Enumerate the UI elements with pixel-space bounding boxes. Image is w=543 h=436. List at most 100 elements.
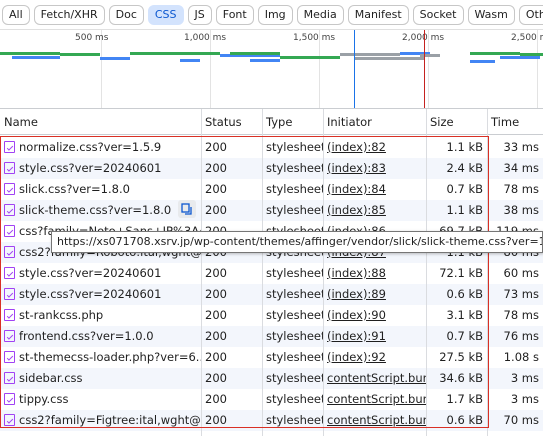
table-row[interactable]: normalize.css?ver=1.5.9 200 stylesheet (ind… <box>0 137 543 158</box>
filter-chip-all[interactable]: All <box>2 4 30 25</box>
cell-type: stylesheet <box>266 308 323 322</box>
cell-name[interactable]: slick.css?ver=1.8.0 <box>0 179 201 200</box>
cell-size: 1.1 kB <box>446 140 484 154</box>
request-name: frontend.css?ver=1.0.0 <box>19 329 154 343</box>
stylesheet-file-icon <box>4 330 15 342</box>
cell-status: 200 <box>205 287 227 301</box>
cell-name[interactable]: st-themecss-loader.php?ver=6.... <box>0 347 201 368</box>
timeline-bar <box>250 59 280 62</box>
timeline-tick-label: 1,500 ms <box>293 33 336 43</box>
request-name: tippy.css <box>19 392 69 406</box>
column-header-name[interactable]: Name <box>0 109 201 135</box>
filter-chip-media[interactable]: Media <box>296 4 344 25</box>
stylesheet-file-icon <box>4 414 15 426</box>
column-header-time[interactable]: Time <box>487 109 543 135</box>
cell-name[interactable]: sidebar.css <box>0 368 201 389</box>
filter-bar: All Fetch/XHR Doc CSS JS Font Img Media Manifest… <box>0 0 543 29</box>
filter-chip-socket[interactable]: Socket <box>412 4 464 25</box>
cell-time: 78 ms <box>503 308 539 322</box>
cell-initiator[interactable]: (index):82 <box>323 137 426 158</box>
cell-name[interactable]: slick-theme.css?ver=1.8.0 <box>0 200 201 221</box>
table-row[interactable]: style.css?ver=20240601 200 stylesheet (inde… <box>0 263 543 284</box>
timeline-bar <box>470 52 520 55</box>
cell-status: 200 <box>205 140 227 154</box>
column-header-size[interactable]: Size <box>426 109 487 135</box>
filter-chip-manifest[interactable]: Manifest <box>347 4 409 25</box>
cell-initiator[interactable]: (index):85 <box>323 200 426 221</box>
stylesheet-file-icon <box>4 351 15 363</box>
cell-type: stylesheet <box>266 203 323 217</box>
cell-type: stylesheet <box>266 182 323 196</box>
cell-type: stylesheet <box>266 329 323 343</box>
cell-name[interactable]: frontend.css?ver=1.0.0 <box>0 326 201 347</box>
table-row[interactable]: sidebar.css 200 stylesheet contentScript.bu… <box>0 368 543 389</box>
cell-initiator[interactable]: contentScript.bund <box>323 368 426 389</box>
cell-initiator[interactable]: contentScript.bund <box>323 410 426 431</box>
timeline-bar <box>60 53 100 56</box>
table-row[interactable]: tippy.css 200 stylesheetcontentScript.bund… <box>0 389 543 410</box>
timeline-bar <box>280 56 340 59</box>
table-row[interactable]: frontend.css?ver=1.0.0 200 stylesheet (inde… <box>0 326 543 347</box>
cell-time: 70 ms <box>503 413 539 427</box>
cell-size: 34.6 kB <box>439 371 483 385</box>
dom-content-loaded-marker <box>354 30 355 108</box>
timeline-overview[interactable]: 500 ms1,000 ms1,500 ms2,000 ms2,500 ms <box>0 29 543 109</box>
column-header-type[interactable]: Type <box>262 109 323 135</box>
cell-initiator[interactable]: (index):90 <box>323 305 426 326</box>
cell-name[interactable]: style.css?ver=20240601 <box>0 158 201 179</box>
filter-chip-doc[interactable]: Doc <box>108 4 144 25</box>
table-row[interactable]: st-rankcss.php 200 stylesheet (index):90 3.1… <box>0 305 543 326</box>
column-header-status[interactable]: Status <box>201 109 262 135</box>
request-name: css2?family=Figtree:ital,wght@... <box>19 413 201 427</box>
cell-name[interactable]: tippy.css <box>0 389 201 410</box>
cell-initiator[interactable]: (index):83 <box>323 158 426 179</box>
filter-chip-img[interactable]: Img <box>257 4 293 25</box>
timeline-bar <box>500 56 540 59</box>
table-row[interactable]: style.css?ver=20240601 200 stylesheet (inde… <box>0 284 543 305</box>
cell-initiator[interactable]: (index):88 <box>323 263 426 284</box>
cell-status: 200 <box>205 413 227 427</box>
table-row[interactable]: css2?family=Figtree:ital,wght@... 200 styl… <box>0 410 543 431</box>
timeline-bar <box>0 52 60 55</box>
stylesheet-file-icon <box>4 309 15 321</box>
cell-time: 73 ms <box>503 287 539 301</box>
request-name: style.css?ver=20240601 <box>19 161 162 175</box>
cell-name[interactable]: normalize.css?ver=1.5.9 <box>0 137 201 158</box>
cell-size: 0.6 kB <box>446 287 484 301</box>
stylesheet-file-icon <box>4 246 15 258</box>
column-header-initiator[interactable]: Initiator <box>323 109 426 135</box>
cell-initiator[interactable]: (index):89 <box>323 284 426 305</box>
cell-name[interactable]: st-rankcss.php <box>0 305 201 326</box>
cell-size: 3.1 kB <box>446 308 484 322</box>
table-row[interactable]: slick-theme.css?ver=1.8.0 200 stylesheet (i… <box>0 200 543 221</box>
table-row[interactable]: slick.css?ver=1.8.0 200 stylesheet (index):… <box>0 179 543 200</box>
table-row[interactable]: style.css?ver=20240601 200 stylesheet (inde… <box>0 158 543 179</box>
request-name: style.css?ver=20240601 <box>19 266 162 280</box>
cell-size: 0.6 kB <box>446 413 484 427</box>
cell-initiator[interactable]: (index):91 <box>323 326 426 347</box>
filter-chip-js[interactable]: JS <box>187 4 212 25</box>
stylesheet-file-icon <box>4 372 15 384</box>
cell-initiator[interactable]: (index):92 <box>323 347 426 368</box>
cell-time: 1.08 s <box>503 350 539 364</box>
filter-chip-css[interactable]: CSS <box>147 4 184 25</box>
cell-status: 200 <box>205 182 227 196</box>
cell-name[interactable]: css2?family=Figtree:ital,wght@... <box>0 410 201 431</box>
cell-initiator[interactable]: (index):84 <box>323 179 426 200</box>
filter-chip-other[interactable]: Other <box>518 4 543 25</box>
stylesheet-file-icon <box>4 288 15 300</box>
cell-initiator[interactable]: contentScript.bund <box>323 389 426 410</box>
table-row[interactable]: st-themecss-loader.php?ver=6.... 200 style… <box>0 347 543 368</box>
stylesheet-file-icon <box>4 204 15 216</box>
timeline-bar <box>130 52 220 55</box>
request-name: st-themecss-loader.php?ver=6.... <box>19 350 201 364</box>
stylesheet-file-icon <box>4 141 15 153</box>
cell-name[interactable]: style.css?ver=20240601 <box>0 284 201 305</box>
copy-url-button[interactable] <box>178 200 196 218</box>
cell-name[interactable]: style.css?ver=20240601 <box>0 263 201 284</box>
filter-chip-font[interactable]: Font <box>215 4 254 25</box>
stylesheet-file-icon <box>4 225 15 237</box>
filter-chip-fetch-xhr[interactable]: Fetch/XHR <box>33 4 105 25</box>
filter-chip-wasm[interactable]: Wasm <box>467 4 515 25</box>
cell-time: 33 ms <box>503 140 539 154</box>
